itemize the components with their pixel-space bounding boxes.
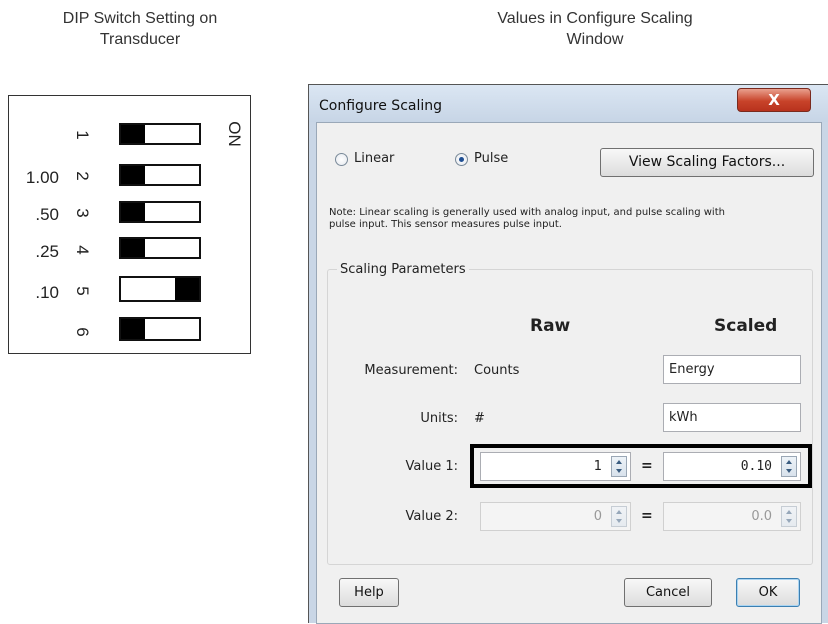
switch-2-value: 1.00 bbox=[25, 168, 59, 187]
measurement-raw-value: Counts bbox=[474, 363, 520, 378]
value1-highlight-box bbox=[470, 444, 812, 488]
switch-5-number: 5 bbox=[73, 286, 92, 296]
dialog-caption: Values in Configure Scaling Window bbox=[497, 10, 693, 48]
units-scaled-field[interactable]: kWh bbox=[663, 403, 801, 432]
value2-scaled-spinner bbox=[781, 506, 797, 527]
group-title: Scaling Parameters bbox=[337, 262, 469, 277]
scaling-note: Note: Linear scaling is generally used w… bbox=[329, 207, 725, 230]
dialog-titlebar[interactable]: Configure Scaling X bbox=[309, 85, 828, 122]
dialog-body: Linear Pulse View Scaling Factors... Not… bbox=[316, 122, 822, 624]
dialog-title: Configure Scaling bbox=[319, 98, 443, 114]
linear-radio-label[interactable]: Linear bbox=[354, 151, 394, 166]
dip-switch-1 bbox=[119, 123, 201, 145]
dip-switch-panel: ON 1 1.00 2 .50 3 .25 4 .10 5 6 bbox=[8, 95, 251, 354]
view-scaling-factors-button[interactable]: View Scaling Factors... bbox=[600, 148, 814, 177]
switch-1-number: 1 bbox=[73, 130, 92, 140]
help-button[interactable]: Help bbox=[339, 578, 399, 607]
measurement-label: Measurement: bbox=[364, 363, 458, 378]
dip-switch-3 bbox=[119, 201, 201, 223]
on-label: ON bbox=[224, 121, 244, 147]
switch-2-number: 2 bbox=[73, 171, 92, 181]
value2-equals: = bbox=[641, 508, 653, 524]
switch-5-value: .10 bbox=[35, 283, 59, 302]
dip-switch-6 bbox=[119, 317, 201, 341]
value2-label: Value 2: bbox=[405, 509, 458, 524]
raw-column-header: Raw bbox=[530, 316, 571, 336]
value2-raw-text: 0 bbox=[593, 509, 602, 524]
dip-switch-4 bbox=[119, 237, 201, 259]
linear-radio[interactable] bbox=[335, 153, 348, 166]
switch-6-number: 6 bbox=[73, 327, 92, 337]
dip-caption: DIP Switch Setting on Transducer bbox=[62, 10, 218, 48]
units-label: Units: bbox=[420, 411, 458, 426]
units-scaled-text: kWh bbox=[669, 410, 698, 425]
cancel-button[interactable]: Cancel bbox=[624, 578, 712, 607]
scaled-column-header: Scaled bbox=[714, 316, 778, 336]
value2-raw-field: 0 bbox=[480, 502, 631, 531]
value2-scaled-text: 0.0 bbox=[751, 509, 772, 524]
switch-3-number: 3 bbox=[73, 208, 92, 218]
pulse-radio-label[interactable]: Pulse bbox=[474, 151, 508, 166]
value2-scaled-field: 0.0 bbox=[663, 502, 801, 531]
switch-4-number: 4 bbox=[73, 245, 92, 255]
switch-3-value: .50 bbox=[35, 205, 59, 224]
dip-switch-5 bbox=[119, 276, 201, 302]
configure-scaling-dialog: Configure Scaling X Linear Pulse View Sc… bbox=[308, 84, 828, 624]
value1-label: Value 1: bbox=[405, 459, 458, 474]
dip-switch-2 bbox=[119, 164, 201, 186]
measurement-scaled-field[interactable]: Energy bbox=[663, 355, 801, 384]
ok-button[interactable]: OK bbox=[736, 578, 800, 607]
switch-4-value: .25 bbox=[35, 242, 59, 261]
value2-raw-spinner bbox=[611, 506, 627, 527]
close-icon[interactable]: X bbox=[737, 88, 811, 112]
units-raw-value: # bbox=[474, 411, 485, 426]
pulse-radio[interactable] bbox=[455, 153, 468, 166]
measurement-scaled-text: Energy bbox=[669, 362, 715, 377]
